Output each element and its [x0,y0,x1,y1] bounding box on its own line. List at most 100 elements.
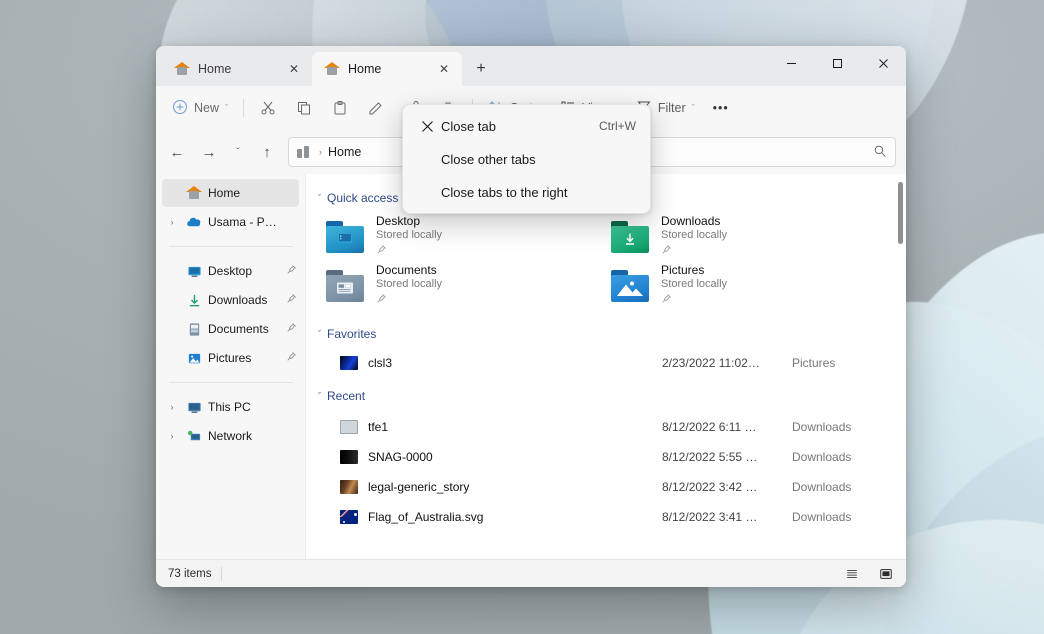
sidebar-item-documents[interactable]: Documents [162,315,299,343]
paste-button[interactable] [323,93,357,123]
new-button[interactable]: New ˇ [164,93,236,123]
window-controls [768,46,906,86]
new-tab-button[interactable]: + [466,54,496,84]
onedrive-icon [186,214,202,230]
tile-desktop[interactable]: Desktop Stored locally [318,212,603,261]
pictures-folder-icon [609,269,651,303]
menu-item-label: Close other tabs [441,152,636,167]
favorites-header[interactable]: ˇ Favorites [318,322,888,346]
sidebar-item-pictures[interactable]: Pictures [162,344,299,372]
chevron-right-icon[interactable]: › [164,402,180,412]
tab-context-menu: Close tab Ctrl+W Close other tabs Close … [402,104,651,214]
divider [243,99,244,117]
tab-label: Home [348,62,426,76]
vertical-scrollbar[interactable] [898,182,903,244]
new-button-label: New [194,101,219,115]
copy-button[interactable] [287,93,321,123]
table-row[interactable]: legal-generic_story 8/12/2022 3:42 … Dow… [318,472,888,502]
cut-button[interactable] [251,93,285,123]
screenshot-thumb [340,420,358,434]
home-icon [186,185,202,201]
tile-info: Pictures Stored locally [661,263,727,308]
sidebar-item-home[interactable]: Home [162,179,299,207]
content-pane: ˇ Quick access Desktop Stored locally [306,174,906,559]
file-date: 8/12/2022 3:42 … [662,480,782,494]
close-icon [413,120,441,133]
sidebar-item-network[interactable]: › Network [162,422,299,450]
file-explorer-window: Home ✕ Home ✕ + [156,46,906,587]
maximize-button[interactable] [814,46,860,80]
sidebar-item-label: Downloads [208,293,277,307]
recent-header[interactable]: ˇ Recent [318,384,888,408]
file-name: legal-generic_story [368,480,652,494]
table-row[interactable]: Flag_of_Australia.svg 8/12/2022 3:41 … D… [318,502,888,532]
menu-item-close-tab[interactable]: Close tab Ctrl+W [407,110,646,142]
status-bar: 73 items [156,559,906,587]
details-view-icon[interactable] [840,563,864,585]
menu-item-close-tabs-to-the-right[interactable]: Close tabs to the right [407,176,646,208]
menu-item-close-other-tabs[interactable]: Close other tabs [407,143,646,175]
pinned-icon [661,293,727,309]
chevron-right-icon[interactable]: › [164,217,180,227]
chevron-down-icon: ˇ [318,193,321,203]
rename-button[interactable] [359,93,393,123]
chevron-down-icon: ˇ [225,103,228,113]
item-count-label: 73 items [168,568,211,580]
breadcrumb-home[interactable]: Home [328,145,361,159]
desktop-icon [186,264,202,279]
downloads-icon [186,293,202,308]
file-name: tfe1 [368,420,652,434]
sidebar-item-label: Documents [208,322,277,336]
tile-downloads[interactable]: Downloads Stored locally [603,212,888,261]
dark-thumb [340,450,358,464]
sidebar-item-usama-personal[interactable]: › Usama - Personal [162,208,299,236]
back-button[interactable]: ← [162,137,192,167]
home-icon [324,61,340,77]
tab-strip: Home ✕ Home ✕ + [156,46,496,86]
explorer-body: Home › Usama - Personal Desktop [156,174,906,559]
file-location: Pictures [792,356,882,370]
home-breadcrumb-icon [297,146,313,158]
tab-close-button[interactable]: ✕ [284,59,304,79]
table-row[interactable]: clsl3 2/23/2022 11:02… Pictures [318,348,888,378]
tile-subtitle: Stored locally [376,278,442,292]
sidebar-item-this-pc[interactable]: › This PC [162,393,299,421]
content-inner: ˇ Quick access Desktop Stored locally [306,174,906,532]
recent-title: Recent [327,389,365,403]
tile-pictures[interactable]: Pictures Stored locally [603,261,888,310]
table-row[interactable]: SNAG-0000 8/12/2022 5:55 … Downloads [318,442,888,472]
file-location: Downloads [792,420,882,434]
table-row[interactable]: tfe1 8/12/2022 6:11 … Downloads [318,412,888,442]
recent-locations-button[interactable]: ˇ [226,137,250,167]
chevron-down-icon: ˇ [692,103,695,113]
forward-button[interactable]: → [194,137,224,167]
sidebar-item-label: This PC [208,400,277,414]
chevron-right-icon[interactable]: › [164,431,180,441]
documents-folder-icon [324,269,366,303]
file-name: clsl3 [368,356,652,370]
tile-info: Downloads Stored locally [661,214,727,259]
file-location: Downloads [792,480,882,494]
tile-documents[interactable]: Documents Stored locally [318,261,603,310]
menu-item-label: Close tabs to the right [441,185,636,200]
tile-name: Downloads [661,214,727,229]
tab-close-button[interactable]: ✕ [434,59,454,79]
tab-home-2[interactable]: Home ✕ [312,52,462,86]
tile-info: Documents Stored locally [376,263,442,308]
sidebar-item-desktop[interactable]: Desktop [162,257,299,285]
tab-home-1[interactable]: Home ✕ [162,52,312,86]
sidebar-item-downloads[interactable]: Downloads [162,286,299,314]
file-name: SNAG-0000 [368,450,652,464]
large-icons-view-icon[interactable] [874,563,898,585]
more-options-button[interactable]: ••• [705,93,737,123]
chevron-down-icon: ˇ [318,391,321,401]
up-button[interactable]: ↑ [252,137,282,167]
close-window-button[interactable] [860,46,906,80]
tile-subtitle: Stored locally [661,278,727,292]
file-date: 8/12/2022 6:11 … [662,420,782,434]
title-bar: Home ✕ Home ✕ + [156,46,906,86]
minimize-button[interactable] [768,46,814,80]
tile-name: Pictures [661,263,727,278]
tile-subtitle: Stored locally [376,229,442,243]
divider [221,567,222,581]
